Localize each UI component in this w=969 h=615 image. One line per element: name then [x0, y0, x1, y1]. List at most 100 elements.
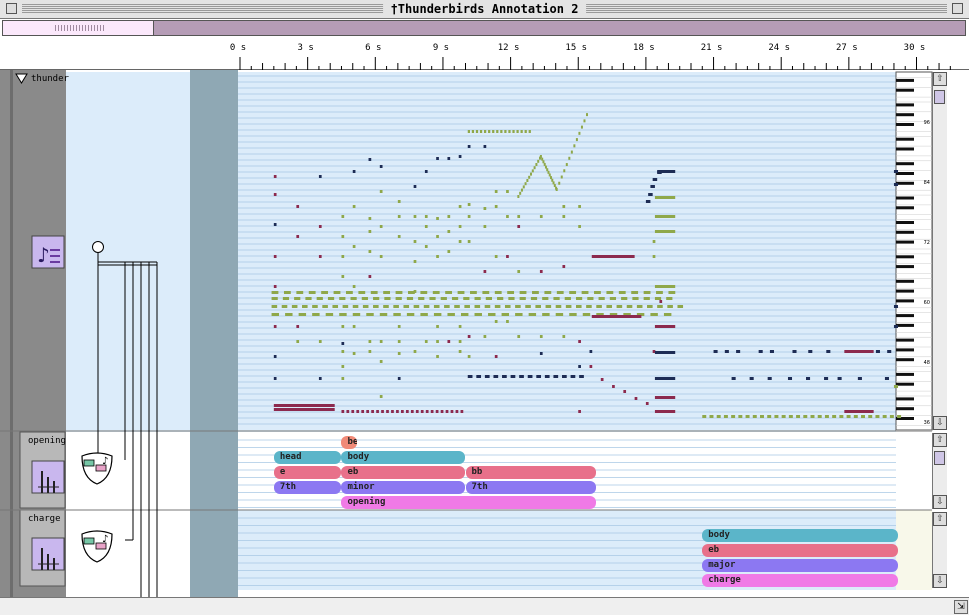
note-event[interactable]	[621, 297, 628, 300]
opening-annotation-tag[interactable]: head	[273, 451, 342, 464]
note-event[interactable]	[413, 305, 420, 308]
note-event[interactable]	[810, 415, 815, 418]
note-event[interactable]	[702, 415, 707, 418]
note-event[interactable]	[562, 335, 566, 338]
note-event[interactable]	[440, 297, 447, 300]
note-event[interactable]	[271, 291, 279, 294]
note-event[interactable]	[316, 297, 323, 300]
note-event[interactable]	[803, 415, 808, 418]
note-event[interactable]	[379, 190, 383, 193]
note-event[interactable]	[483, 130, 487, 133]
note-event[interactable]	[488, 130, 491, 133]
note-event[interactable]	[494, 291, 502, 294]
note-event[interactable]	[652, 255, 656, 258]
note-event[interactable]	[470, 291, 477, 294]
note-event[interactable]	[403, 305, 410, 308]
note-event[interactable]	[393, 305, 399, 308]
note-event[interactable]	[302, 305, 308, 308]
note-event[interactable]	[283, 291, 291, 294]
note-event[interactable]	[447, 250, 451, 253]
opening-annotation-tag[interactable]: body	[341, 451, 466, 464]
scroll-up-arrow-icon[interactable]: ⇧	[933, 433, 947, 447]
note-event[interactable]	[533, 166, 536, 170]
note-event[interactable]	[535, 163, 538, 166]
note-event[interactable]	[379, 225, 383, 228]
note-event[interactable]	[341, 255, 345, 258]
opening-vscroll[interactable]: ⇧ ⇩	[932, 433, 947, 509]
note-event[interactable]	[547, 170, 550, 174]
note-event[interactable]	[520, 188, 523, 192]
note-event[interactable]	[494, 320, 498, 323]
note-event[interactable]	[410, 410, 414, 413]
note-event[interactable]	[273, 223, 277, 226]
note-event[interactable]	[796, 415, 801, 418]
note-event[interactable]	[430, 410, 434, 413]
note-event[interactable]	[339, 297, 346, 300]
note-event[interactable]	[429, 297, 436, 300]
note-event[interactable]	[853, 415, 858, 418]
note-event[interactable]	[562, 375, 567, 378]
scroll-up-arrow-icon[interactable]: ⇧	[933, 72, 947, 86]
note-event[interactable]	[418, 297, 425, 300]
opening-annotation-tag[interactable]: eb	[341, 466, 466, 479]
note-event[interactable]	[455, 410, 459, 413]
note-event[interactable]	[352, 305, 359, 308]
note-event[interactable]	[716, 415, 721, 418]
note-event[interactable]	[397, 340, 401, 343]
note-event[interactable]	[483, 225, 487, 228]
note-event[interactable]	[553, 375, 559, 378]
note-event[interactable]	[458, 325, 462, 328]
note-event[interactable]	[578, 340, 581, 343]
note-event[interactable]	[415, 410, 419, 413]
note-event[interactable]	[889, 415, 894, 418]
note-event[interactable]	[436, 340, 439, 343]
note-event[interactable]	[767, 415, 772, 418]
note-event[interactable]	[524, 130, 527, 133]
bar-graph-icon[interactable]	[31, 460, 65, 494]
note-event[interactable]	[395, 297, 402, 300]
note-event[interactable]	[758, 350, 763, 353]
note-event[interactable]	[379, 360, 383, 363]
note-event[interactable]	[600, 378, 604, 381]
note-event[interactable]	[397, 215, 401, 218]
note-event[interactable]	[447, 157, 451, 160]
note-event[interactable]	[368, 275, 372, 278]
note-event[interactable]	[384, 297, 391, 300]
note-event[interactable]	[824, 377, 829, 380]
note-event[interactable]	[594, 291, 601, 294]
note-event[interactable]	[458, 340, 462, 343]
close-box-button[interactable]	[6, 3, 17, 14]
note-event[interactable]	[405, 410, 409, 413]
note-event[interactable]	[321, 291, 329, 294]
piano-roll-scroll-thumb[interactable]	[934, 90, 945, 104]
opening-annotation-tag[interactable]: opening	[341, 496, 597, 509]
size-box-icon[interactable]: ⇲	[954, 600, 968, 614]
note-event[interactable]	[424, 245, 428, 248]
note-event[interactable]	[413, 350, 417, 353]
note-event[interactable]	[893, 183, 899, 186]
scroll-down-arrow-icon[interactable]: ⇩	[933, 495, 947, 509]
note-event[interactable]	[396, 410, 399, 413]
note-event[interactable]	[312, 305, 318, 308]
connection-node-icon[interactable]	[92, 241, 104, 253]
note-event[interactable]	[626, 305, 633, 308]
note-event[interactable]	[539, 155, 542, 158]
note-event[interactable]	[379, 340, 383, 343]
note-event[interactable]	[496, 130, 499, 133]
scroll-up-arrow-icon[interactable]: ⇧	[933, 512, 947, 526]
note-event[interactable]	[654, 410, 676, 413]
note-event[interactable]	[645, 402, 649, 405]
note-event[interactable]	[582, 313, 591, 316]
note-event[interactable]	[578, 365, 581, 368]
note-event[interactable]	[458, 350, 462, 353]
note-event[interactable]	[555, 305, 562, 308]
note-event[interactable]	[875, 415, 880, 418]
note-event[interactable]	[528, 175, 531, 179]
note-event[interactable]	[361, 410, 365, 413]
note-event[interactable]	[463, 297, 470, 300]
charge-annotation-tag[interactable]: charge	[702, 574, 899, 587]
note-event[interactable]	[458, 205, 462, 208]
note-event[interactable]	[379, 255, 383, 258]
horizontal-scrollbar[interactable]: ⇲	[0, 597, 969, 615]
note-event[interactable]	[884, 377, 889, 380]
